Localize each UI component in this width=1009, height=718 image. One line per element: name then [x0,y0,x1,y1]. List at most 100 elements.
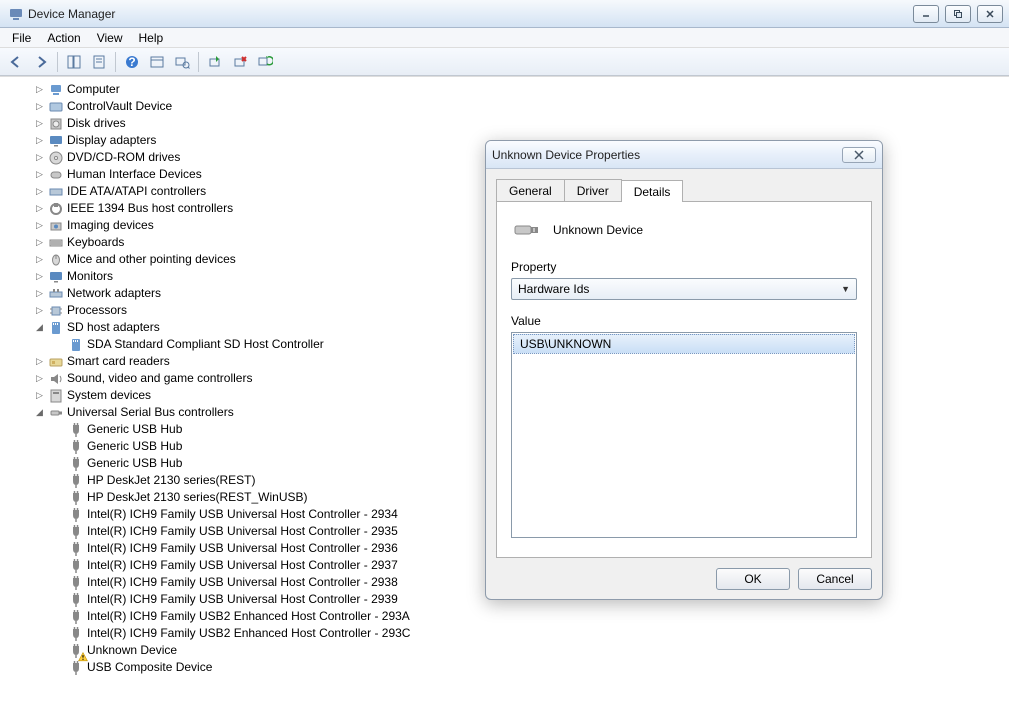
tree-item-label: HP DeskJet 2130 series(REST_WinUSB) [87,489,308,506]
expander-icon[interactable]: ▷ [34,169,45,180]
expander-icon[interactable]: ▷ [34,152,45,163]
sd-icon [68,337,84,353]
tab-driver[interactable]: Driver [564,179,622,201]
tree-item[interactable]: ▷USB Composite Device [0,659,1009,676]
menu-help[interactable]: Help [131,29,172,47]
expander-icon[interactable]: ▷ [34,186,45,197]
scan-hardware-button[interactable] [253,50,277,74]
uninstall-button[interactable] [228,50,252,74]
tree-item-label: DVD/CD-ROM drives [67,149,180,166]
expander-icon[interactable]: ▷ [34,220,45,231]
maximize-button[interactable] [945,5,971,23]
show-hide-tree-button[interactable] [62,50,86,74]
tree-item[interactable]: ▷ Disk drives [0,115,1009,132]
tree-item-label: Processors [67,302,127,319]
menubar: File Action View Help [0,28,1009,48]
tree-item[interactable]: ▷Unknown Device [0,642,1009,659]
tab-general[interactable]: General [496,179,565,201]
usb-plug-icon [68,507,84,523]
help-button[interactable]: ? [120,50,144,74]
forward-button[interactable] [29,50,53,74]
tree-item-label: Sound, video and game controllers [67,370,252,387]
tree-item-label: Intel(R) ICH9 Family USB Universal Host … [87,506,398,523]
tree-item-label: IDE ATA/ATAPI controllers [67,183,206,200]
tree-item[interactable]: ▷Intel(R) ICH9 Family USB2 Enhanced Host… [0,608,1009,625]
tree-item-label: Disk drives [67,115,126,132]
scan-button[interactable] [170,50,194,74]
expander-icon[interactable]: ▷ [34,237,45,248]
usb-plug-icon [68,541,84,557]
update-driver-button[interactable] [203,50,227,74]
tree-item[interactable]: ▷ControlVault Device [0,98,1009,115]
cd-icon [48,150,64,166]
property-combobox-value: Hardware Ids [518,282,589,296]
property-combobox[interactable]: Hardware Ids ▼ [511,278,857,300]
back-button[interactable] [4,50,28,74]
tree-item-label: Intel(R) ICH9 Family USB Universal Host … [87,540,398,557]
expander-icon[interactable]: ▷ [34,203,45,214]
action-button[interactable] [145,50,169,74]
usb-plug-icon [68,422,84,438]
value-label: Value [511,314,857,328]
dialog-close-button[interactable] [842,147,876,163]
menu-view[interactable]: View [89,29,131,47]
expander-icon[interactable]: ▷ [34,84,45,95]
window-titlebar: Device Manager [0,0,1009,28]
card-icon [48,99,64,115]
tree-item-label: SDA Standard Compliant SD Host Controlle… [87,336,324,353]
system-icon [48,388,64,404]
usb-plug-icon [68,592,84,608]
cancel-button[interactable]: Cancel [798,568,872,590]
properties-button[interactable] [87,50,111,74]
pc-icon [48,82,64,98]
tree-item-label: IEEE 1394 Bus host controllers [67,200,233,217]
expander-icon[interactable]: ▷ [34,118,45,129]
expander-icon[interactable]: ▷ [34,305,45,316]
expander-icon[interactable]: ▷ [34,390,45,401]
expander-icon[interactable]: ▷ [34,254,45,265]
tab-details[interactable]: Details [621,180,684,202]
tree-item-label: Keyboards [67,234,124,251]
expander-icon[interactable]: ◢ [34,322,45,333]
tree-item-label: Intel(R) ICH9 Family USB Universal Host … [87,523,398,540]
expander-icon[interactable]: ▷ [34,288,45,299]
usb-plug-icon [68,660,84,676]
properties-dialog: Unknown Device Properties General Driver… [485,140,883,600]
expander-icon[interactable]: ◢ [34,407,45,418]
1394-icon [48,201,64,217]
imaging-icon [48,218,64,234]
tree-item[interactable]: ▷ Computer [0,81,1009,98]
tree-item-label: System devices [67,387,151,404]
usb-plug-icon [68,490,84,506]
value-listbox[interactable]: USB\UNKNOWN [511,332,857,538]
expander-icon[interactable]: ▷ [34,373,45,384]
mouse-icon [48,252,64,268]
usb-plug-icon [68,626,84,642]
usb-plug-icon [68,524,84,540]
tree-item-label: Intel(R) ICH9 Family USB2 Enhanced Host … [87,625,410,642]
usb-plug-icon [68,456,84,472]
expander-icon[interactable]: ▷ [34,135,45,146]
toolbar: ? [0,48,1009,76]
expander-icon[interactable]: ▷ [34,101,45,112]
tree-item[interactable]: ▷Intel(R) ICH9 Family USB2 Enhanced Host… [0,625,1009,642]
usb-device-icon [511,214,543,246]
property-label: Property [511,260,857,274]
tree-item-label: Computer [67,81,120,98]
smartcard-icon [48,354,64,370]
tree-item-label: Smart card readers [67,353,170,370]
minimize-button[interactable] [913,5,939,23]
value-item[interactable]: USB\UNKNOWN [513,334,855,354]
close-button[interactable] [977,5,1003,23]
keyboard-icon [48,235,64,251]
net-icon [48,286,64,302]
chevron-down-icon: ▼ [841,284,850,294]
expander-icon[interactable]: ▷ [34,271,45,282]
warning-icon [68,643,84,659]
menu-file[interactable]: File [4,29,39,47]
ide-icon [48,184,64,200]
menu-action[interactable]: Action [39,29,88,47]
usb-plug-icon [68,473,84,489]
expander-icon[interactable]: ▷ [34,356,45,367]
ok-button[interactable]: OK [716,568,790,590]
